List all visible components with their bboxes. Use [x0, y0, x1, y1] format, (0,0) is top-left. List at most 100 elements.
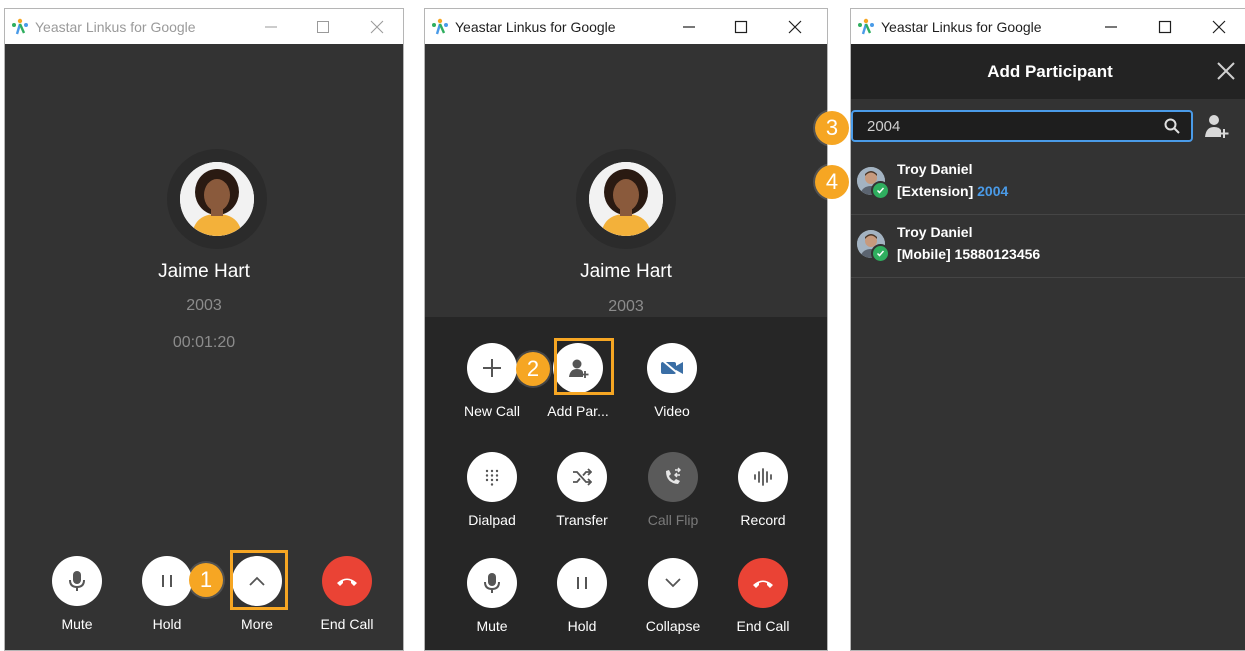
result-row[interactable]: Troy Daniel [Extension] 2004 — [851, 152, 1245, 215]
add-participant-title: Add Participant — [987, 61, 1113, 81]
minimize-button[interactable] — [251, 9, 291, 44]
video-off-icon — [661, 359, 683, 377]
yeastar-logo-icon — [12, 18, 28, 34]
microphone-icon — [69, 571, 85, 591]
shuffle-icon — [573, 468, 592, 486]
window-title: Yeastar Linkus for Google — [881, 18, 1042, 35]
plus-icon — [483, 359, 501, 377]
add-contact-icon[interactable] — [1203, 113, 1229, 139]
end-call-label: End Call — [736, 618, 790, 634]
transfer-label: Transfer — [556, 512, 608, 528]
close-icon — [1212, 20, 1226, 33]
caller-name: Jaime Hart — [580, 261, 672, 282]
microphone-icon — [484, 573, 500, 593]
record-button[interactable]: Record — [718, 452, 808, 528]
minimize-button[interactable] — [669, 9, 709, 44]
collapse-label: Collapse — [645, 618, 701, 634]
contact-detail: [Extension] 2004 — [897, 183, 1008, 199]
pause-icon — [162, 575, 172, 587]
call-controls-panel: New Call Add Par... Video Dialpad Transf… — [425, 317, 827, 650]
call-flip-label: Call Flip — [647, 512, 699, 528]
contact-name: Troy Daniel — [897, 161, 973, 177]
close-button[interactable] — [1199, 9, 1239, 44]
mute-button[interactable]: Mute — [32, 556, 122, 632]
close-icon — [370, 20, 384, 33]
dialpad-button[interactable]: Dialpad — [447, 452, 537, 528]
maximize-icon — [1158, 20, 1172, 33]
transfer-button[interactable]: Transfer — [537, 452, 627, 528]
video-button[interactable]: Video — [627, 343, 717, 419]
step-badge-2: 2 — [516, 352, 550, 386]
highlight-add-participant — [554, 338, 614, 395]
add-participant-window: Yeastar Linkus for Google Add Participan… — [850, 8, 1245, 651]
title-bar: Yeastar Linkus for Google — [425, 9, 827, 44]
contact-number: 15880123456 — [954, 246, 1041, 262]
minimize-icon — [683, 25, 695, 28]
end-call-button[interactable]: End Call — [302, 556, 392, 632]
pause-icon — [577, 577, 587, 589]
maximize-icon — [734, 20, 748, 33]
collapse-button[interactable]: Collapse — [628, 558, 718, 634]
maximize-button[interactable] — [1145, 9, 1185, 44]
new-call-label: New Call — [463, 403, 520, 419]
contact-type: [Extension] — [897, 183, 974, 199]
online-status-icon — [871, 181, 890, 200]
maximize-button[interactable] — [721, 9, 761, 44]
add-participant-header: Add Participant — [851, 44, 1245, 99]
close-panel-icon[interactable] — [1215, 60, 1237, 82]
minimize-button[interactable] — [1091, 9, 1131, 44]
title-bar: Yeastar Linkus for Google — [851, 9, 1245, 44]
caller-number: 2003 — [608, 298, 644, 315]
search-icon[interactable] — [1163, 117, 1181, 135]
contact-detail: [Mobile] 15880123456 — [897, 246, 1040, 262]
mute-label: Mute — [476, 618, 508, 634]
dialpad-label: Dialpad — [468, 512, 516, 528]
end-call-button[interactable]: End Call — [718, 558, 808, 634]
record-label: Record — [740, 512, 786, 528]
maximize-icon — [317, 20, 329, 33]
step-badge-4: 4 — [815, 165, 849, 199]
minimize-icon — [265, 26, 277, 27]
maximize-button[interactable] — [303, 9, 343, 44]
step-badge-1: 1 — [189, 563, 223, 597]
hold-button[interactable]: Hold — [537, 558, 627, 634]
call-flip-icon — [666, 467, 681, 484]
hold-label: Hold — [567, 618, 597, 634]
mute-button[interactable]: Mute — [447, 558, 537, 634]
waveform-icon — [754, 468, 772, 486]
more-label: More — [241, 616, 273, 632]
yeastar-logo-icon — [432, 18, 448, 34]
video-label: Video — [654, 403, 690, 419]
hang-up-icon — [753, 580, 773, 588]
close-button[interactable] — [357, 9, 397, 44]
minimize-icon — [1105, 25, 1117, 28]
result-row[interactable]: Troy Daniel [Mobile] 15880123456 — [851, 215, 1245, 278]
call-duration: 00:01:20 — [172, 334, 236, 351]
window-title: Yeastar Linkus for Google — [35, 18, 196, 35]
contact-name: Troy Daniel — [897, 224, 973, 240]
end-call-label: End Call — [320, 616, 374, 632]
person-photo-icon — [589, 162, 663, 236]
window-title: Yeastar Linkus for Google — [455, 18, 616, 35]
contact-type: [Mobile] — [897, 246, 951, 262]
hold-label: Hold — [152, 616, 182, 632]
yeastar-logo-icon — [858, 18, 874, 34]
caller-name: Jaime Hart — [158, 261, 250, 282]
close-icon — [788, 20, 802, 33]
person-photo-icon — [180, 162, 254, 236]
chevron-down-icon — [665, 578, 681, 588]
search-input[interactable] — [853, 116, 1163, 136]
call-flip-button[interactable]: Call Flip — [628, 452, 718, 528]
caller-avatar — [576, 149, 676, 249]
call-window-2: Yeastar Linkus for Google Jaime Hart 200… — [424, 8, 828, 651]
online-status-icon — [871, 244, 890, 263]
close-button[interactable] — [775, 9, 815, 44]
contact-number: 2004 — [977, 183, 1009, 199]
call-window-1: Yeastar Linkus for Google Jaime Hart 200… — [4, 8, 404, 651]
highlight-more — [230, 550, 288, 610]
title-bar: Yeastar Linkus for Google — [5, 9, 403, 44]
dialpad-icon — [485, 469, 499, 486]
search-field[interactable] — [851, 110, 1193, 142]
hang-up-icon — [337, 578, 357, 586]
caller-number: 2003 — [186, 297, 222, 314]
